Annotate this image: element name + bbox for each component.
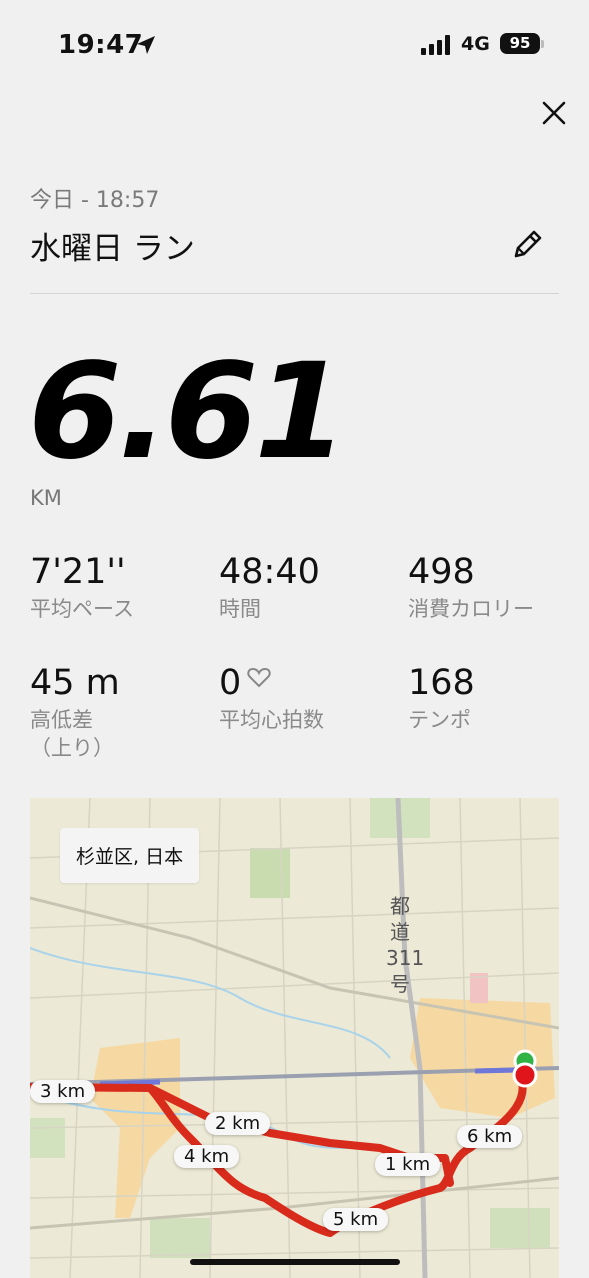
park-area <box>250 848 290 898</box>
stat-value: 168 <box>408 663 475 703</box>
distance-unit: KM <box>30 486 62 510</box>
km-marker-1: 1 km <box>375 1153 441 1176</box>
status-bar: 19:47 4G 95 <box>0 0 589 90</box>
stat-label: 時間 <box>219 597 261 621</box>
stat-value: 7'21'' <box>30 552 126 592</box>
home-indicator[interactable] <box>190 1259 400 1265</box>
stat-calories: 498 消費カロリー <box>408 552 534 623</box>
km-marker-5: 5 km <box>323 1208 389 1231</box>
signal-bars-icon <box>421 35 450 55</box>
stat-value: 45 m <box>30 663 120 703</box>
distance-value: 6.61 <box>28 335 348 489</box>
stat-label: テンポ <box>408 708 471 732</box>
network-type: 4G <box>461 33 490 55</box>
divider <box>30 293 559 294</box>
battery-level: 95 <box>500 33 540 54</box>
end-marker <box>512 1062 538 1088</box>
stat-cadence: 168 テンポ <box>408 663 475 734</box>
stat-value: 48:40 <box>219 552 320 592</box>
stat-label: 平均心拍数 <box>219 708 324 732</box>
pencil-icon[interactable] <box>508 226 546 264</box>
activity-date: 今日 - 18:57 <box>30 188 160 213</box>
location-arrow-icon <box>137 36 155 54</box>
stat-value: 0 <box>219 663 324 703</box>
heart-outline-icon <box>247 667 271 688</box>
km-marker-2: 2 km <box>205 1112 271 1135</box>
status-time: 19:47 <box>58 30 144 60</box>
km-marker-4: 4 km <box>174 1145 240 1168</box>
map-location-label: 杉並区, 日本 <box>60 828 200 883</box>
battery-tip <box>541 40 544 48</box>
stat-heart-rate: 0 平均心拍数 <box>219 663 324 734</box>
road-label: 都道311号 <box>386 894 425 996</box>
stat-avg-pace: 7'21'' 平均ペース <box>30 552 134 623</box>
stat-elevation: 45 m 高低差 （上り） <box>30 663 120 762</box>
km-marker-6: 6 km <box>457 1125 523 1148</box>
park-area <box>490 1208 550 1248</box>
park-area <box>30 1118 65 1158</box>
stat-label: 平均ペース <box>30 597 134 621</box>
activity-title: 水曜日 ラン <box>30 231 195 267</box>
stat-value: 498 <box>408 552 475 592</box>
route-map[interactable]: 都道311号 杉並区, 日本 1 km 2 km 3 km 4 km 5 km … <box>30 798 559 1278</box>
park-area <box>150 1218 210 1258</box>
stat-duration: 48:40 時間 <box>219 552 320 623</box>
stat-label: 消費カロリー <box>408 597 534 621</box>
km-marker-3: 3 km <box>30 1080 96 1103</box>
close-icon[interactable] <box>536 95 572 131</box>
stat-label: 高低差 （上り） <box>30 708 114 760</box>
heart-rate-value: 0 <box>219 663 242 703</box>
